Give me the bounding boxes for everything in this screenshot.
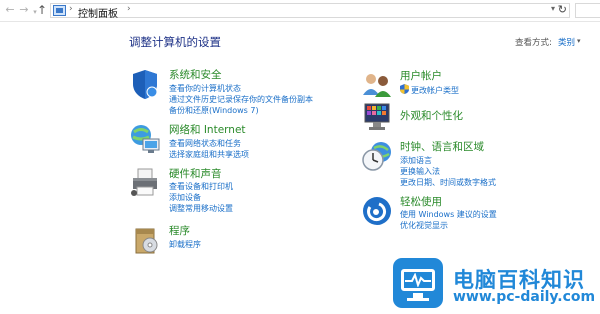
control-panel-icon [53,5,66,16]
link-file-history[interactable]: 通过文件历史记录保存你的文件备份副本 [169,94,313,105]
programs-icon[interactable] [129,224,161,256]
view-by-label: 查看方式: [515,38,552,48]
watermark: 电脑百科知识 www.pc-daily.com [385,258,600,314]
link-add-device[interactable]: 添加设备 [169,192,201,203]
users-icon[interactable] [361,69,393,101]
page-title: 调整计算机的设置 [129,35,221,49]
shield-icon[interactable] [129,68,161,100]
view-by-dropdown[interactable]: 类别 [558,36,575,48]
breadcrumb-separator-icon[interactable]: › [69,4,73,14]
ease-of-access-icon[interactable] [361,195,393,227]
path-box[interactable]: › 控制面板 › ▾ ↻ [50,3,570,20]
link-add-language[interactable]: 添加语言 [400,155,432,166]
link-network-status[interactable]: 查看网络状态和任务 [169,138,241,149]
back-arrow-icon[interactable]: ← [4,3,16,17]
link-devices-printers[interactable]: 查看设备和打印机 [169,181,233,192]
link-change-date-time-format[interactable]: 更改日期、时间或数字格式 [400,177,496,188]
category-title[interactable]: 用户帐户 [400,68,442,83]
refresh-icon[interactable]: ↻ [558,3,567,16]
path-dropdown-icon[interactable]: ▾ [551,4,555,13]
category-title[interactable]: 外观和个性化 [400,108,463,123]
breadcrumb-separator-icon[interactable]: › [127,4,131,14]
category-title[interactable]: 系统和安全 [169,67,222,82]
link-view-computer-status[interactable]: 查看你的计算机状态 [169,83,241,94]
link-change-account-type[interactable]: 更改帐户类型 [411,85,459,96]
link-change-input-method[interactable]: 更换输入法 [400,166,440,177]
category-title[interactable]: 程序 [169,223,190,238]
search-input[interactable] [575,3,600,18]
category-title[interactable]: 网络和 Internet [169,122,246,137]
category-title[interactable]: 硬件和声音 [169,166,222,181]
network-icon[interactable] [129,123,161,155]
link-uninstall-program[interactable]: 卸载程序 [169,239,201,250]
category-title[interactable]: 时钟、语言和区域 [400,139,484,154]
watermark-url: www.pc-daily.com [453,289,596,305]
address-bar: ← → ▾ ↑ › 控制面板 › ▾ ↻ [0,0,600,22]
up-arrow-icon[interactable]: ↑ [36,3,48,17]
link-optimize-visual-display[interactable]: 优化视觉显示 [400,220,448,231]
uac-shield-icon [400,84,409,94]
link-backup-restore[interactable]: 备份和还原(Windows 7) [169,105,259,116]
breadcrumb-control-panel[interactable]: 控制面板 [78,5,118,20]
monitor-logo-icon [393,258,443,308]
link-homegroup[interactable]: 选择家庭组和共享选项 [169,149,249,160]
printer-icon[interactable] [129,167,161,199]
chevron-down-icon[interactable]: ▾ [577,37,581,45]
link-mobility-settings[interactable]: 调整常用移动设置 [169,203,233,214]
clock-globe-icon[interactable] [361,140,393,172]
appearance-icon[interactable] [361,101,393,133]
category-title[interactable]: 轻松使用 [400,194,442,209]
link-windows-recommended-settings[interactable]: 使用 Windows 建议的设置 [400,209,497,220]
